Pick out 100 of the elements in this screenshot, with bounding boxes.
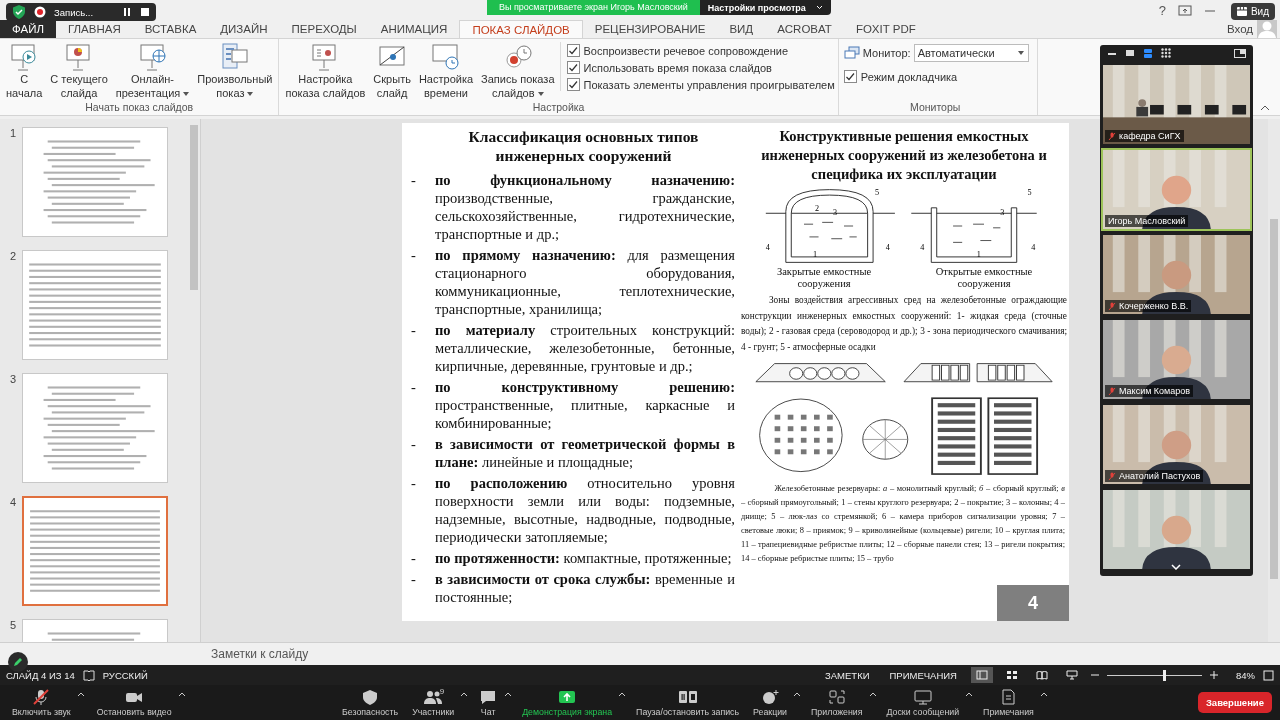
ribbon-tab[interactable]: ACROBAT	[765, 20, 844, 38]
checkbox[interactable]	[566, 78, 580, 91]
ribbon-button[interactable]: Скрыть слайд	[370, 42, 414, 100]
ribbon-tab[interactable]: FOXIT PDF	[843, 20, 928, 38]
bullet: -	[410, 171, 417, 190]
slide-thumbnail[interactable]	[22, 496, 168, 606]
caret-icon[interactable]	[965, 691, 974, 697]
toolbar-button[interactable]: Безопасность	[338, 688, 403, 717]
participant-name: Анатолий Пастухов	[1119, 471, 1201, 481]
stop-icon[interactable]	[140, 7, 150, 17]
group-title: Начать показ слайдов	[84, 101, 195, 115]
view-button[interactable]: Вид	[1230, 3, 1275, 20]
caret-icon[interactable]	[618, 691, 627, 697]
language-indicator[interactable]: РУССКИЙ	[102, 669, 148, 681]
scrollbar-thumb[interactable]	[1270, 219, 1278, 579]
help-button[interactable]: ?	[1158, 2, 1166, 18]
ribbon-tab[interactable]: ВИД	[717, 20, 766, 38]
fit-slide-icon[interactable]	[1263, 669, 1274, 681]
ribbon-tab[interactable]: ФАЙЛ	[0, 20, 56, 38]
monitor-label: Монитор:	[862, 47, 911, 59]
slide-number: 1	[8, 127, 16, 141]
ribbon-button[interactable]: Настройка показа слайдов	[282, 42, 369, 100]
collapse-ribbon-icon[interactable]	[1260, 105, 1270, 111]
view-options-button[interactable]: Настройки просмотра	[699, 0, 831, 15]
scrollbar-thumb[interactable]	[190, 125, 198, 290]
caret-icon[interactable]	[504, 691, 513, 697]
pause-icon[interactable]	[122, 7, 132, 17]
checkbox[interactable]	[566, 44, 580, 57]
toolbar-button[interactable]: Демонстрация экрана	[518, 688, 617, 717]
zoom-in-icon[interactable]	[1210, 671, 1218, 679]
ribbon-tab[interactable]: ГЛАВНАЯ	[56, 20, 133, 38]
pen-icon	[13, 657, 23, 667]
slider-thumb[interactable]	[1163, 669, 1166, 681]
video-tile[interactable]: Кочерженко В.В.	[1101, 233, 1252, 316]
ribbon-button[interactable]: Настройка времени	[415, 42, 477, 100]
ribbon-tab[interactable]: ДИЗАЙН	[208, 20, 280, 38]
toolbar-button[interactable]: Доски сообщений	[882, 688, 964, 717]
scroll-down-icon[interactable]	[1171, 564, 1181, 570]
ribbon-button[interactable]: Произвольный показ	[194, 42, 276, 100]
record-icon	[34, 6, 46, 18]
bullet: -	[410, 435, 417, 454]
tanks-drawing: 5 2 3 4 4 1 5 3 4 4 1	[754, 186, 1054, 266]
shield-icon[interactable]	[12, 4, 26, 20]
slide-number: 5	[8, 619, 16, 633]
screen-clock-icon	[431, 42, 461, 72]
ribbon-button[interactable]: Онлайн- презентация	[112, 42, 193, 100]
toolbar-button[interactable]: 9 Участники	[408, 688, 459, 717]
video-tile[interactable]: Максим Комаров	[1101, 318, 1252, 401]
caret-icon[interactable]	[1039, 691, 1048, 697]
normal-view-icon[interactable]	[971, 667, 993, 683]
ribbon-tab[interactable]: РЕЦЕНЗИРОВАНИЕ	[582, 20, 718, 38]
sign-in-link[interactable]: Вход	[1227, 23, 1257, 35]
ribbon-button[interactable]: Запись показа слайдов	[478, 42, 558, 100]
smiley-icon	[760, 688, 781, 705]
zoom-level[interactable]: 84%	[1226, 669, 1255, 681]
video-tile[interactable]: Игорь Масловский	[1101, 148, 1252, 231]
caret-icon[interactable]	[177, 691, 186, 697]
caret-icon[interactable]	[793, 691, 802, 697]
video-tile[interactable]: Анатолий Пастухов	[1101, 403, 1252, 486]
caret-icon[interactable]	[460, 691, 469, 697]
zoom-out-icon[interactable]	[1091, 671, 1099, 679]
checkbox[interactable]	[843, 70, 857, 83]
ribbon-tab[interactable]: ПЕРЕХОДЫ	[279, 20, 369, 38]
toolbar-button[interactable]: Примечания	[979, 688, 1038, 717]
window-icon[interactable]	[1125, 49, 1135, 57]
grid-icon[interactable]	[1161, 48, 1171, 58]
toolbar-button[interactable]: Пауза/остановить запись	[632, 688, 744, 717]
list-view-icon[interactable]	[1143, 48, 1153, 58]
list-item: по протяженности: компактные, протяженные;	[435, 549, 732, 567]
projector-globe-icon	[137, 42, 168, 72]
ribbon-tab[interactable]: АНИМАЦИЯ	[368, 20, 460, 38]
popout-icon[interactable]	[1234, 48, 1246, 58]
video-tile[interactable]: кафедра СиГХ	[1101, 63, 1252, 146]
zoom-slider[interactable]	[1107, 669, 1202, 681]
ribbon-tab[interactable]: ВСТАВКА	[132, 20, 209, 38]
toolbar-button[interactable]: Остановить видео	[92, 688, 176, 717]
slide-thumbnail[interactable]	[22, 250, 168, 360]
comments-toggle[interactable]: ПРИМЕЧАНИЯ	[883, 669, 963, 681]
minimize-icon[interactable]	[1107, 50, 1117, 56]
toolbar-button[interactable]: Чат	[474, 688, 503, 717]
caret-icon[interactable]	[76, 691, 85, 697]
bullet: -	[410, 246, 417, 265]
slide-thumbnail[interactable]	[22, 127, 168, 237]
toolbar-button[interactable]: Включить звук	[8, 688, 75, 717]
end-meeting-button[interactable]: Завершение	[1197, 692, 1272, 713]
monitor-dropdown[interactable]: Автоматически	[913, 44, 1029, 62]
people-icon	[423, 688, 444, 705]
bullet: -	[410, 570, 417, 589]
pause-stop-icon	[677, 688, 698, 705]
toolbar-button[interactable]: Реакции	[749, 688, 792, 717]
notes-toggle[interactable]: ЗАМЕТКИ	[819, 669, 876, 681]
restore-icon[interactable]	[1178, 4, 1192, 16]
ribbon-button[interactable]: С текущего слайда	[47, 42, 111, 100]
ribbon-button[interactable]: С начала	[3, 42, 46, 100]
caret-icon[interactable]	[868, 691, 877, 697]
checkbox[interactable]	[566, 61, 580, 74]
ribbon-tab[interactable]: ПОКАЗ СЛАЙДОВ	[459, 20, 583, 38]
bullet: -	[410, 549, 417, 567]
toolbar-button[interactable]: Приложения	[807, 688, 867, 717]
slide-thumbnail[interactable]	[22, 373, 168, 483]
